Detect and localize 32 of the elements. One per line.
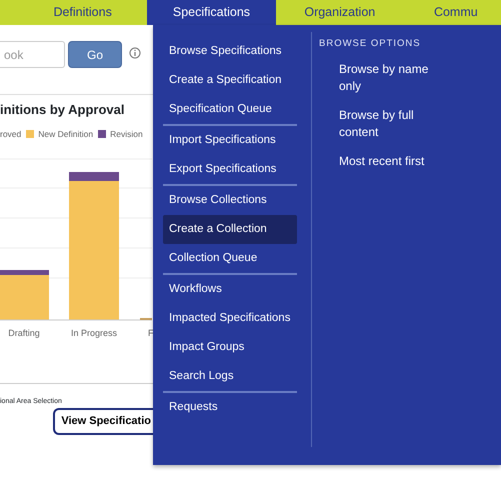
axis-label: In Progress (70, 327, 118, 340)
nav-tab[interactable]: Organization (276, 0, 404, 25)
menu-item[interactable]: Browse Collections (163, 186, 297, 215)
axis-label: Drafting (8, 327, 40, 340)
options-heading: BROWSE OPTIONS (319, 37, 422, 51)
menu-item[interactable]: Impacted Specifications (163, 304, 297, 333)
menu-item[interactable]: Create a Specification (163, 66, 297, 95)
menu-item[interactable]: Collection Queue (163, 244, 297, 273)
menu-item[interactable]: Requests (163, 393, 297, 422)
chart-title: initions by Approval (0, 101, 126, 119)
menu-item[interactable]: Specification Queue (163, 95, 297, 124)
legend-label: Revision (110, 128, 143, 140)
legend-label: roved (0, 128, 22, 140)
menu-item[interactable]: Export Specifications (163, 155, 297, 184)
menu-item[interactable]: Browse Specifications (163, 37, 297, 66)
browse-option[interactable]: Browse by full content (319, 101, 444, 148)
browse-option[interactable]: Browse by name only (319, 55, 444, 102)
menu-item[interactable]: Import Specifications (163, 126, 297, 155)
view-specifications-button[interactable]: View Specificatio (53, 408, 153, 434)
nav-tab[interactable]: Commu (404, 0, 501, 25)
go-button[interactable]: Go (68, 41, 122, 68)
menu-item[interactable]: Create a Collection (163, 215, 297, 244)
legend-label: New Definition (38, 128, 94, 140)
menu-item[interactable]: Impact Groups (163, 333, 297, 362)
info-icon[interactable] (129, 46, 141, 58)
nav-tab[interactable]: Specifications (147, 0, 276, 25)
nav-tab[interactable]: Definitions (0, 0, 148, 25)
axis-label: F (148, 327, 154, 340)
menu-item[interactable]: Workflows (163, 275, 297, 304)
menu-item[interactable]: Search Logs (163, 362, 297, 391)
search-field[interactable]: ook (0, 41, 65, 68)
browse-option[interactable]: Most recent first (319, 147, 444, 176)
